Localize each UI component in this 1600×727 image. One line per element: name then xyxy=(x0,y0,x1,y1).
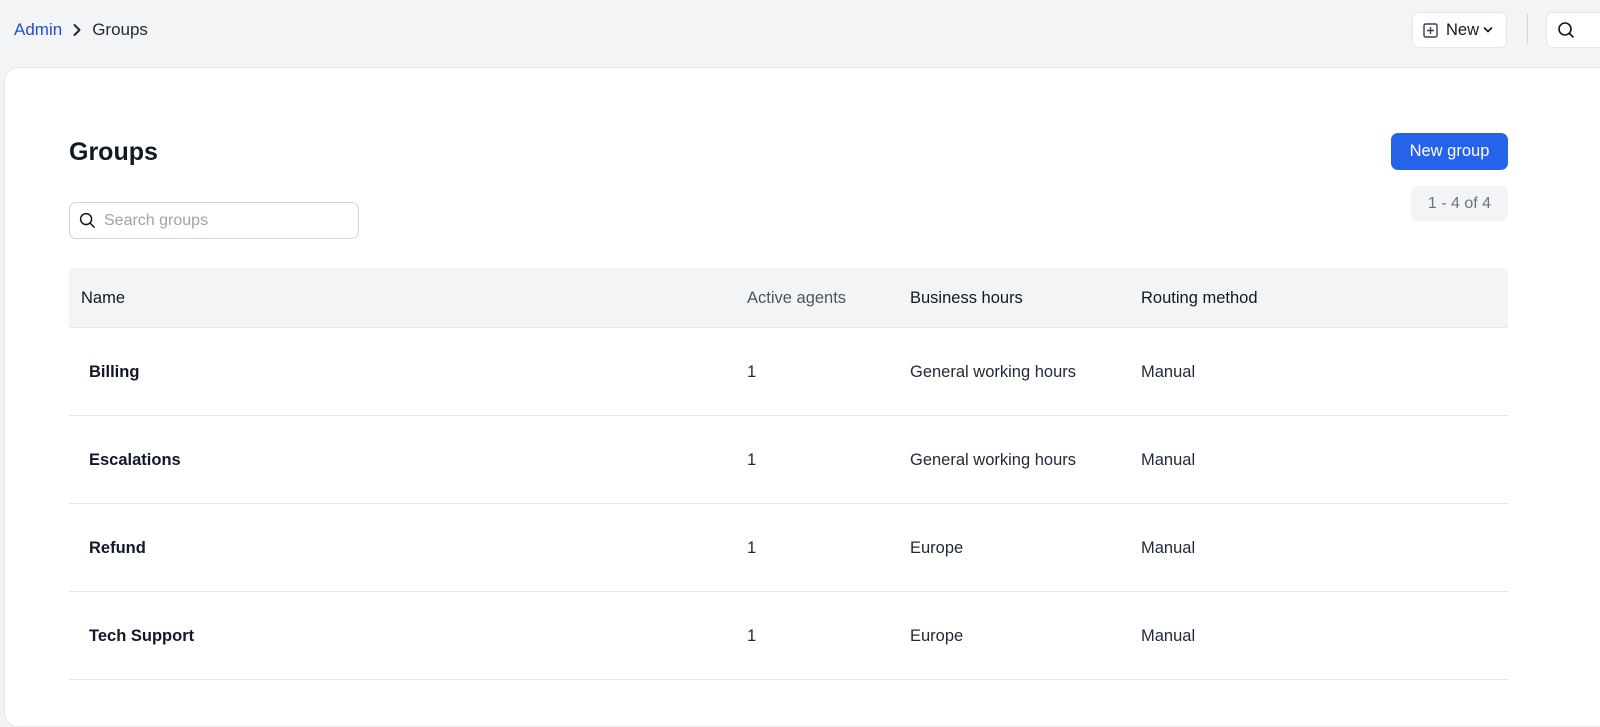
group-name-cell[interactable]: Billing xyxy=(89,328,139,416)
group-name-cell[interactable]: Tech Support xyxy=(89,592,194,680)
business-hours-cell: General working hours xyxy=(910,450,1076,469)
table-header: Name Active agents Business hours Routin… xyxy=(69,268,1508,328)
active-agents-cell: 1 xyxy=(747,538,757,557)
business-hours-cell: Europe xyxy=(910,626,964,645)
pagination-count: 1 - 4 of 4 xyxy=(1411,186,1508,221)
chevron-down-icon xyxy=(1483,26,1493,34)
global-search-button[interactable] xyxy=(1546,12,1600,48)
active-agents-cell: 1 xyxy=(747,362,757,381)
column-header-business-hours[interactable]: Business hours xyxy=(910,268,1023,328)
column-header-name[interactable]: Name xyxy=(81,268,125,328)
routing-method-cell: Manual xyxy=(1141,450,1196,469)
plus-square-icon xyxy=(1423,22,1438,38)
group-search-box[interactable] xyxy=(69,202,359,239)
routing-method-cell: Manual xyxy=(1141,538,1196,557)
group-name-cell[interactable]: Escalations xyxy=(89,416,181,504)
active-agents-cell: 1 xyxy=(747,450,757,469)
table-row[interactable]: Billing 1 General working hours Manual xyxy=(69,328,1508,416)
topbar-divider xyxy=(1527,14,1528,44)
breadcrumb-admin-link[interactable]: Admin xyxy=(14,20,62,40)
search-icon xyxy=(79,212,96,229)
page-title: Groups xyxy=(69,138,158,166)
search-groups-input[interactable] xyxy=(104,211,344,230)
top-bar: Admin Groups New xyxy=(0,0,1600,68)
breadcrumb: Admin Groups xyxy=(14,19,148,41)
table-row[interactable]: Refund 1 Europe Manual xyxy=(69,504,1508,592)
new-menu-button[interactable]: New xyxy=(1412,12,1507,48)
business-hours-cell: General working hours xyxy=(910,362,1076,381)
column-header-routing-method[interactable]: Routing method xyxy=(1141,268,1258,328)
group-name-cell[interactable]: Refund xyxy=(89,504,146,592)
table-row[interactable]: Escalations 1 General working hours Manu… xyxy=(69,416,1508,504)
column-header-active-agents[interactable]: Active agents xyxy=(747,268,846,328)
breadcrumb-current: Groups xyxy=(92,20,148,39)
new-group-button[interactable]: New group xyxy=(1391,133,1508,170)
active-agents-cell: 1 xyxy=(747,626,757,645)
groups-table: Name Active agents Business hours Routin… xyxy=(69,268,1508,680)
routing-method-cell: Manual xyxy=(1141,626,1196,645)
new-menu-label: New xyxy=(1446,20,1480,39)
search-icon xyxy=(1557,21,1575,39)
business-hours-cell: Europe xyxy=(910,538,964,557)
routing-method-cell: Manual xyxy=(1141,362,1196,381)
chevron-right-icon xyxy=(72,23,82,37)
table-row[interactable]: Tech Support 1 Europe Manual xyxy=(69,592,1508,680)
